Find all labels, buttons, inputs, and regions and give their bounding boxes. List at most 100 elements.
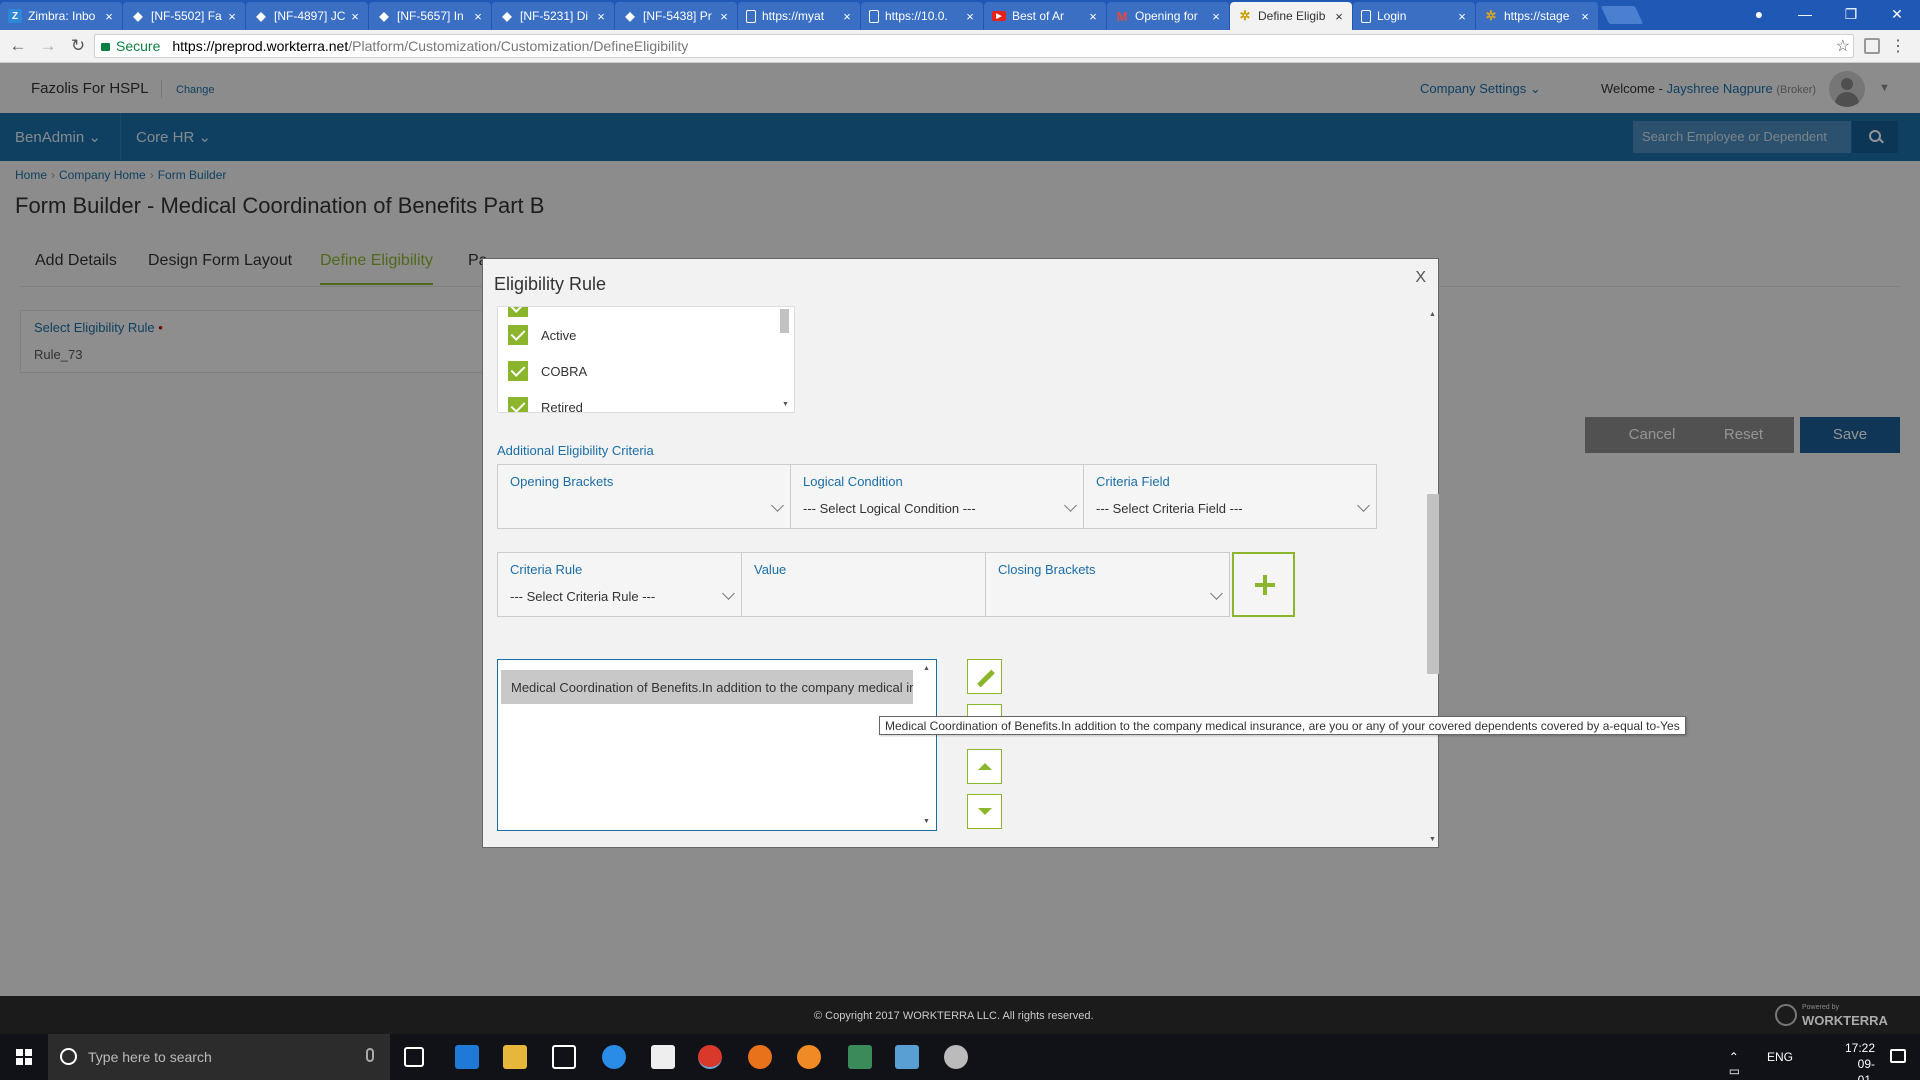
mail-icon[interactable] (651, 1045, 675, 1069)
tray-icons[interactable]: ⌃ ▭ ◁) (1729, 1050, 1758, 1080)
status-item-active[interactable]: Active (508, 325, 576, 345)
browser-tab[interactable]: https://10.0. × (861, 2, 983, 30)
browser-tab[interactable]: ▶ Best of Ar × (984, 2, 1106, 30)
scroll-up-icon[interactable]: ▲ (923, 665, 930, 672)
opening-brackets-select[interactable]: Opening Brackets (497, 464, 791, 529)
logical-condition-select[interactable]: Logical Condition --- Select Logical Con… (790, 464, 1084, 529)
chrome-icon[interactable] (698, 1045, 722, 1069)
reload-icon[interactable]: ↻ (66, 36, 90, 56)
browser-tab[interactable]: ◆ [NF-5438] Pr × (615, 2, 737, 30)
clock[interactable]: 17:22 09-01-2018 (1845, 1040, 1875, 1080)
forward-icon[interactable]: → (36, 36, 60, 56)
close-icon[interactable]: × (1086, 9, 1100, 24)
doc-icon (746, 9, 756, 23)
browser-tab[interactable]: ◆ [NF-5657] In × (369, 2, 491, 30)
add-criteria-button[interactable] (1232, 552, 1295, 617)
browser-tab[interactable]: ✲ https://stage × (1476, 2, 1598, 30)
browser-tab-active[interactable]: ✲ Define Eligib × (1230, 2, 1352, 30)
window-controls: ● — ❐ ✕ (1736, 0, 1920, 30)
browser-tab[interactable]: Login × (1353, 2, 1475, 30)
status-item-partial[interactable] (508, 307, 541, 317)
field-label: Criteria Rule (510, 562, 583, 577)
url-host: https://preprod.workterra.net (172, 38, 349, 54)
close-icon[interactable]: × (963, 9, 977, 24)
microphone-icon[interactable] (366, 1048, 374, 1062)
close-icon[interactable]: × (717, 9, 731, 24)
status-item-retired[interactable]: Retired (508, 397, 583, 412)
criteria-rule-select[interactable]: Criteria Rule --- Select Criteria Rule -… (497, 552, 742, 617)
close-icon[interactable]: × (594, 9, 608, 24)
back-icon[interactable]: ← (6, 36, 30, 56)
criteria-rule-list: Medical Coordination of Benefits.In addi… (497, 659, 937, 831)
app-icon[interactable] (944, 1045, 968, 1069)
checkbox-checked[interactable] (508, 325, 528, 345)
file-explorer-icon[interactable] (503, 1045, 527, 1069)
close-icon[interactable]: × (1578, 9, 1592, 24)
status-list-scrollbar[interactable]: ▼ (774, 307, 794, 412)
cortana-icon (60, 1048, 77, 1065)
close-icon[interactable]: × (348, 9, 362, 24)
status-label: COBRA (541, 363, 588, 379)
language-indicator[interactable]: ENG (1767, 1050, 1793, 1064)
scroll-down-icon[interactable]: ▼ (923, 818, 930, 825)
close-icon[interactable]: × (471, 9, 485, 24)
windows-start-icon[interactable] (16, 1049, 32, 1065)
close-icon[interactable]: × (1209, 9, 1223, 24)
move-up-button[interactable] (967, 749, 1002, 784)
browser-tab[interactable]: ◆ [NF-5231] Di × (492, 2, 614, 30)
app-icon[interactable] (848, 1045, 872, 1069)
browser-tab[interactable]: M Opening for × (1107, 2, 1229, 30)
taskbar-search-input[interactable]: Type here to search (48, 1034, 390, 1080)
zimbra-icon: Z (8, 9, 22, 23)
app-icon[interactable] (602, 1045, 626, 1069)
employee-status-list: Active COBRA Retired ▼ (497, 306, 795, 413)
close-window-icon[interactable]: ✕ (1874, 0, 1920, 30)
close-icon[interactable]: × (225, 9, 239, 24)
maximize-icon[interactable]: ❐ (1828, 0, 1874, 30)
arrow-up-icon (978, 763, 992, 770)
gear-icon: ✲ (1239, 8, 1251, 23)
minimize-icon[interactable]: — (1782, 0, 1828, 30)
edge-icon[interactable] (455, 1045, 479, 1069)
move-down-button[interactable] (967, 794, 1002, 829)
taskbar-search-placeholder: Type here to search (88, 1049, 212, 1065)
close-icon[interactable]: × (1332, 9, 1346, 24)
modal-body: Active COBRA Retired ▼ Additional Eligib… (497, 306, 1432, 843)
checkbox-checked[interactable] (508, 361, 528, 381)
app-icon[interactable] (895, 1045, 919, 1069)
brand-name: WORKTERRA (1802, 1013, 1888, 1028)
modal-close-button[interactable]: X (1415, 269, 1426, 287)
scroll-down-icon[interactable]: ▼ (782, 401, 789, 408)
task-view-icon[interactable] (404, 1047, 424, 1067)
doc-icon (869, 9, 879, 23)
browser-tab[interactable]: ◆ [NF-4897] JC × (246, 2, 368, 30)
profile-icon[interactable]: ● (1736, 0, 1782, 30)
close-icon[interactable]: × (1455, 9, 1469, 24)
checkbox-checked[interactable] (508, 397, 528, 412)
modal-title: Eligibility Rule (494, 274, 607, 294)
value-input[interactable]: Value (741, 552, 986, 617)
closing-brackets-select[interactable]: Closing Brackets (985, 552, 1230, 617)
browser-tab[interactable]: ◆ [NF-5502] Fa × (123, 2, 245, 30)
extension-icon[interactable] (1864, 38, 1880, 54)
store-icon[interactable] (552, 1045, 576, 1069)
scrollbar-thumb[interactable] (780, 309, 789, 333)
criteria-field-select[interactable]: Criteria Field --- Select Criteria Field… (1083, 464, 1377, 529)
status-item-cobra[interactable]: COBRA (508, 361, 587, 381)
close-icon[interactable]: × (840, 9, 854, 24)
browser-tab[interactable]: https://myat × (738, 2, 860, 30)
notification-icon[interactable] (1890, 1049, 1906, 1063)
rule-list-item-selected[interactable]: Medical Coordination of Benefits.In addi… (501, 670, 913, 704)
bookmark-star-icon[interactable]: ☆ (1836, 36, 1850, 56)
field-value: --- Select Logical Condition --- (803, 501, 976, 516)
checkbox-checked[interactable] (508, 307, 528, 317)
firefox-icon[interactable] (748, 1045, 772, 1069)
browser-tab[interactable]: Z Zimbra: Inbo × (0, 2, 122, 30)
section-title: Additional Eligibility Criteria (497, 443, 654, 458)
edit-rule-button[interactable] (967, 659, 1002, 694)
menu-icon[interactable]: ⋮ (1890, 36, 1906, 56)
close-icon[interactable]: × (102, 9, 116, 24)
url-input[interactable]: Secure https://preprod.workterra.net/Pla… (94, 34, 1854, 58)
app-icon[interactable] (797, 1045, 821, 1069)
new-tab-button[interactable] (1600, 6, 1644, 24)
